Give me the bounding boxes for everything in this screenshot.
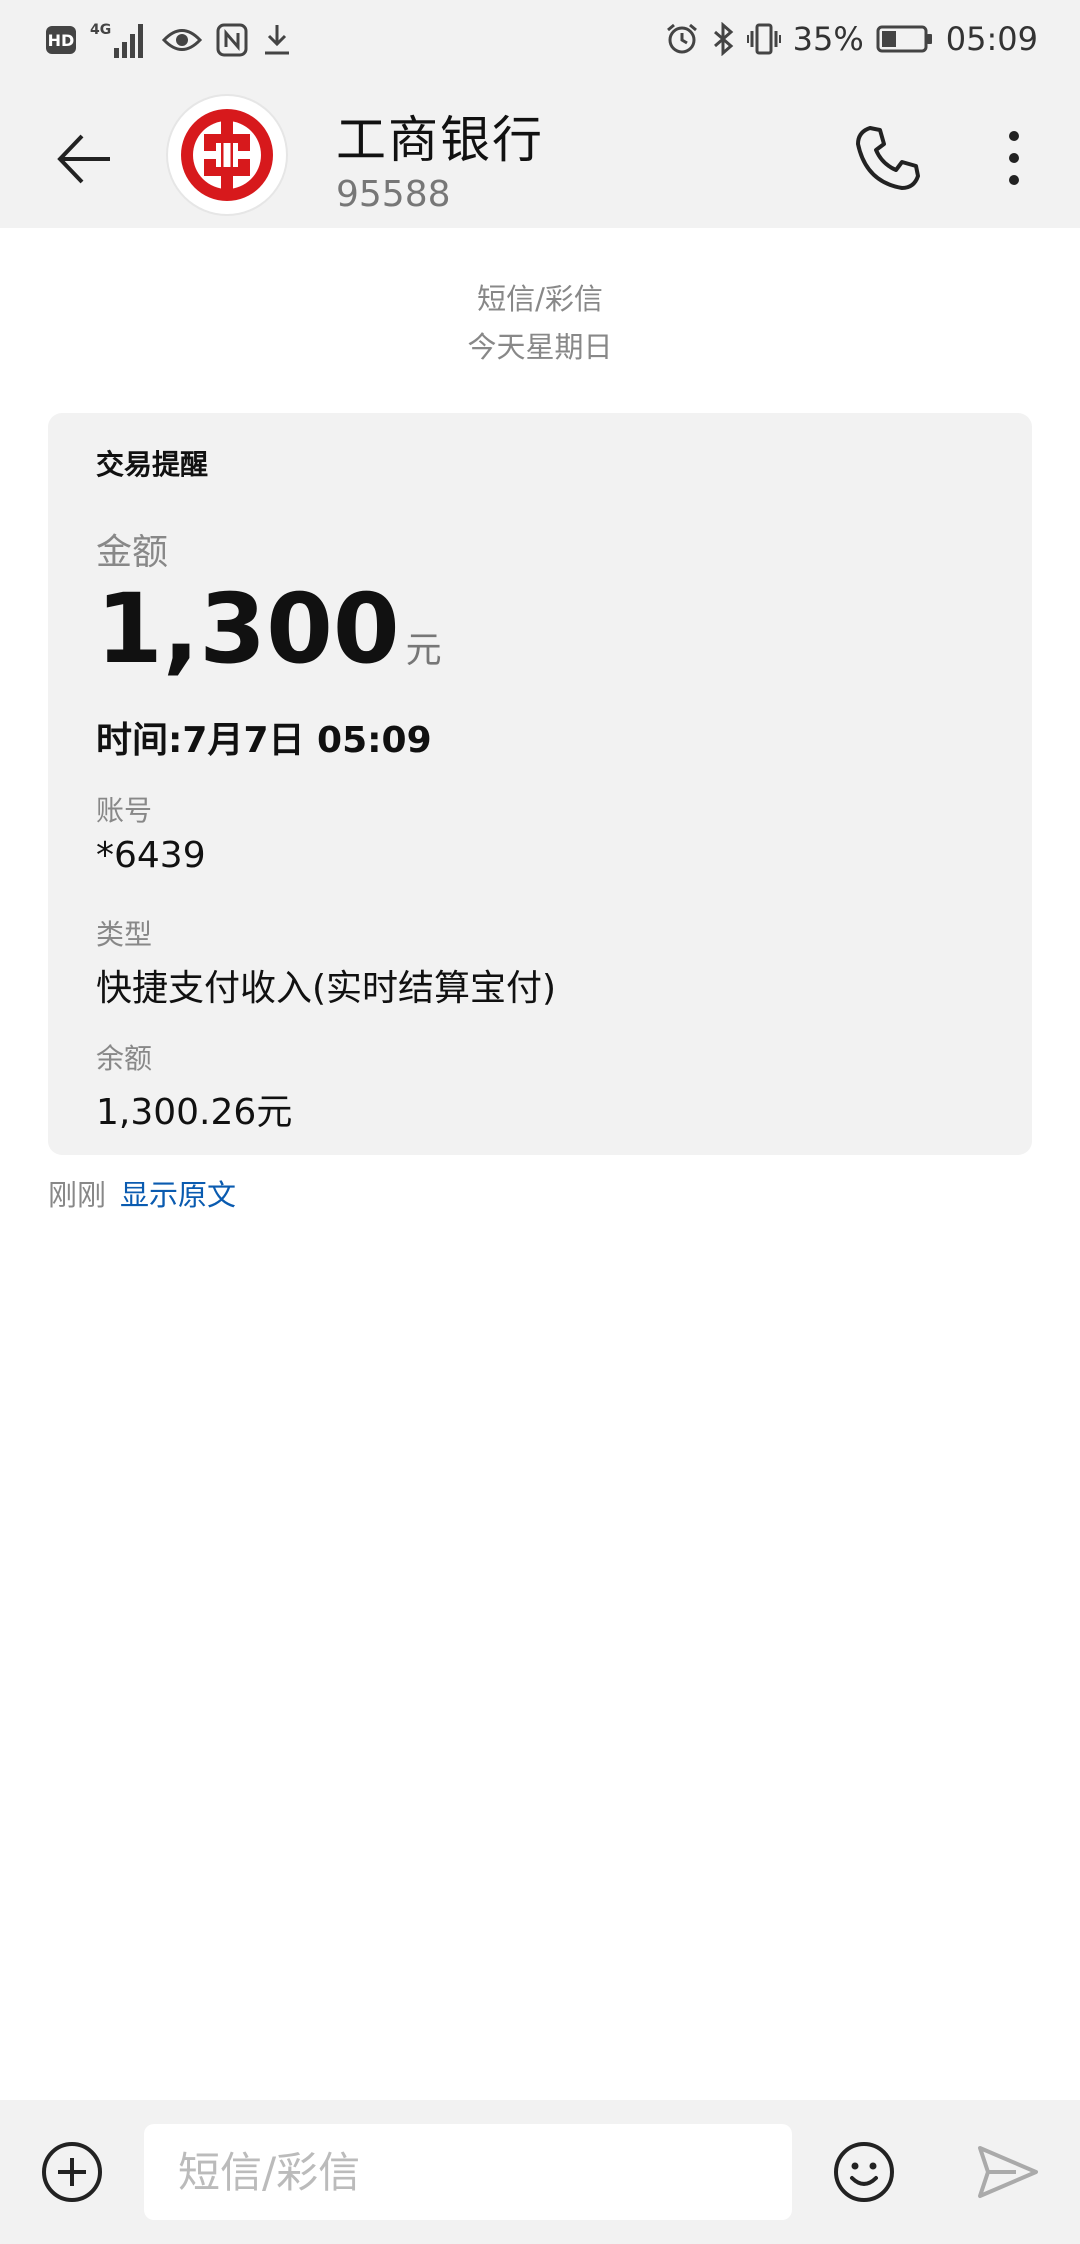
signal-4g-icon: 4G [90, 20, 148, 60]
message-input[interactable] [144, 2124, 792, 2220]
vibrate-icon [746, 22, 781, 56]
contact-avatar[interactable] [168, 96, 286, 214]
call-button[interactable] [852, 122, 924, 194]
more-options-button[interactable] [996, 122, 1032, 194]
download-icon [262, 23, 292, 57]
account-value: *6439 [96, 835, 206, 876]
send-button[interactable] [976, 2144, 1040, 2200]
eye-icon [162, 25, 202, 55]
amount-value: 1,300 [96, 573, 400, 685]
amount-label: 金额 [96, 532, 169, 573]
status-time: 05:09 [945, 20, 1038, 58]
send-icon [978, 2146, 1038, 2198]
contact-number: 95588 [336, 174, 451, 215]
amount-unit: 元 [405, 630, 442, 671]
transaction-time: 时间:7月7日 05:09 [96, 720, 432, 761]
add-attachment-button[interactable] [40, 2140, 104, 2204]
emoji-button[interactable] [832, 2140, 896, 2204]
account-label: 账号 [96, 794, 153, 827]
show-original-link[interactable]: 显示原文 [120, 1172, 236, 1214]
type-label: 类型 [96, 918, 153, 951]
contact-name: 工商银行 [336, 111, 544, 169]
status-right-icons: 35% 05:09 [665, 20, 1038, 58]
phone-icon [856, 126, 920, 190]
hd-icon: HD [46, 26, 76, 54]
balance-label: 余额 [96, 1042, 153, 1075]
icbc-logo-icon [181, 109, 273, 201]
more-vertical-icon [1009, 131, 1019, 185]
bluetooth-icon [711, 22, 735, 56]
type-value: 快捷支付收入(实时结算宝付) [96, 968, 557, 1009]
card-title: 交易提醒 [96, 448, 209, 481]
battery-percent: 35% [792, 20, 864, 58]
sms-conversation-screen: HD 4G 35% 05:09 工商银行 95588 短信/彩信 今天星期日 交… [0, 0, 1080, 2244]
nfc-icon [216, 23, 248, 57]
composer-bar [0, 2100, 1080, 2244]
battery-icon [876, 24, 934, 54]
status-bar: HD 4G 35% 05:09 [0, 0, 1080, 84]
arrow-left-icon [57, 134, 110, 184]
message-channel-label: 短信/彩信 [477, 282, 603, 316]
conversation-header: 工商银行 95588 [0, 84, 1080, 228]
plus-circle-icon [42, 2142, 102, 2202]
network-label: 4G [90, 22, 111, 38]
transaction-message-card[interactable]: 交易提醒 金额 1,300 元 时间:7月7日 05:09 账号 *6439 类… [48, 413, 1032, 1155]
alarm-icon [665, 22, 699, 56]
smiley-icon [834, 2142, 894, 2202]
status-left-icons: HD 4G [46, 20, 292, 60]
balance-value: 1,300.26元 [96, 1092, 293, 1133]
message-timestamp: 刚刚 [48, 1178, 107, 1212]
amount-row: 1,300 元 [96, 581, 442, 677]
back-button[interactable] [50, 124, 120, 194]
message-date-label: 今天星期日 [467, 330, 613, 364]
